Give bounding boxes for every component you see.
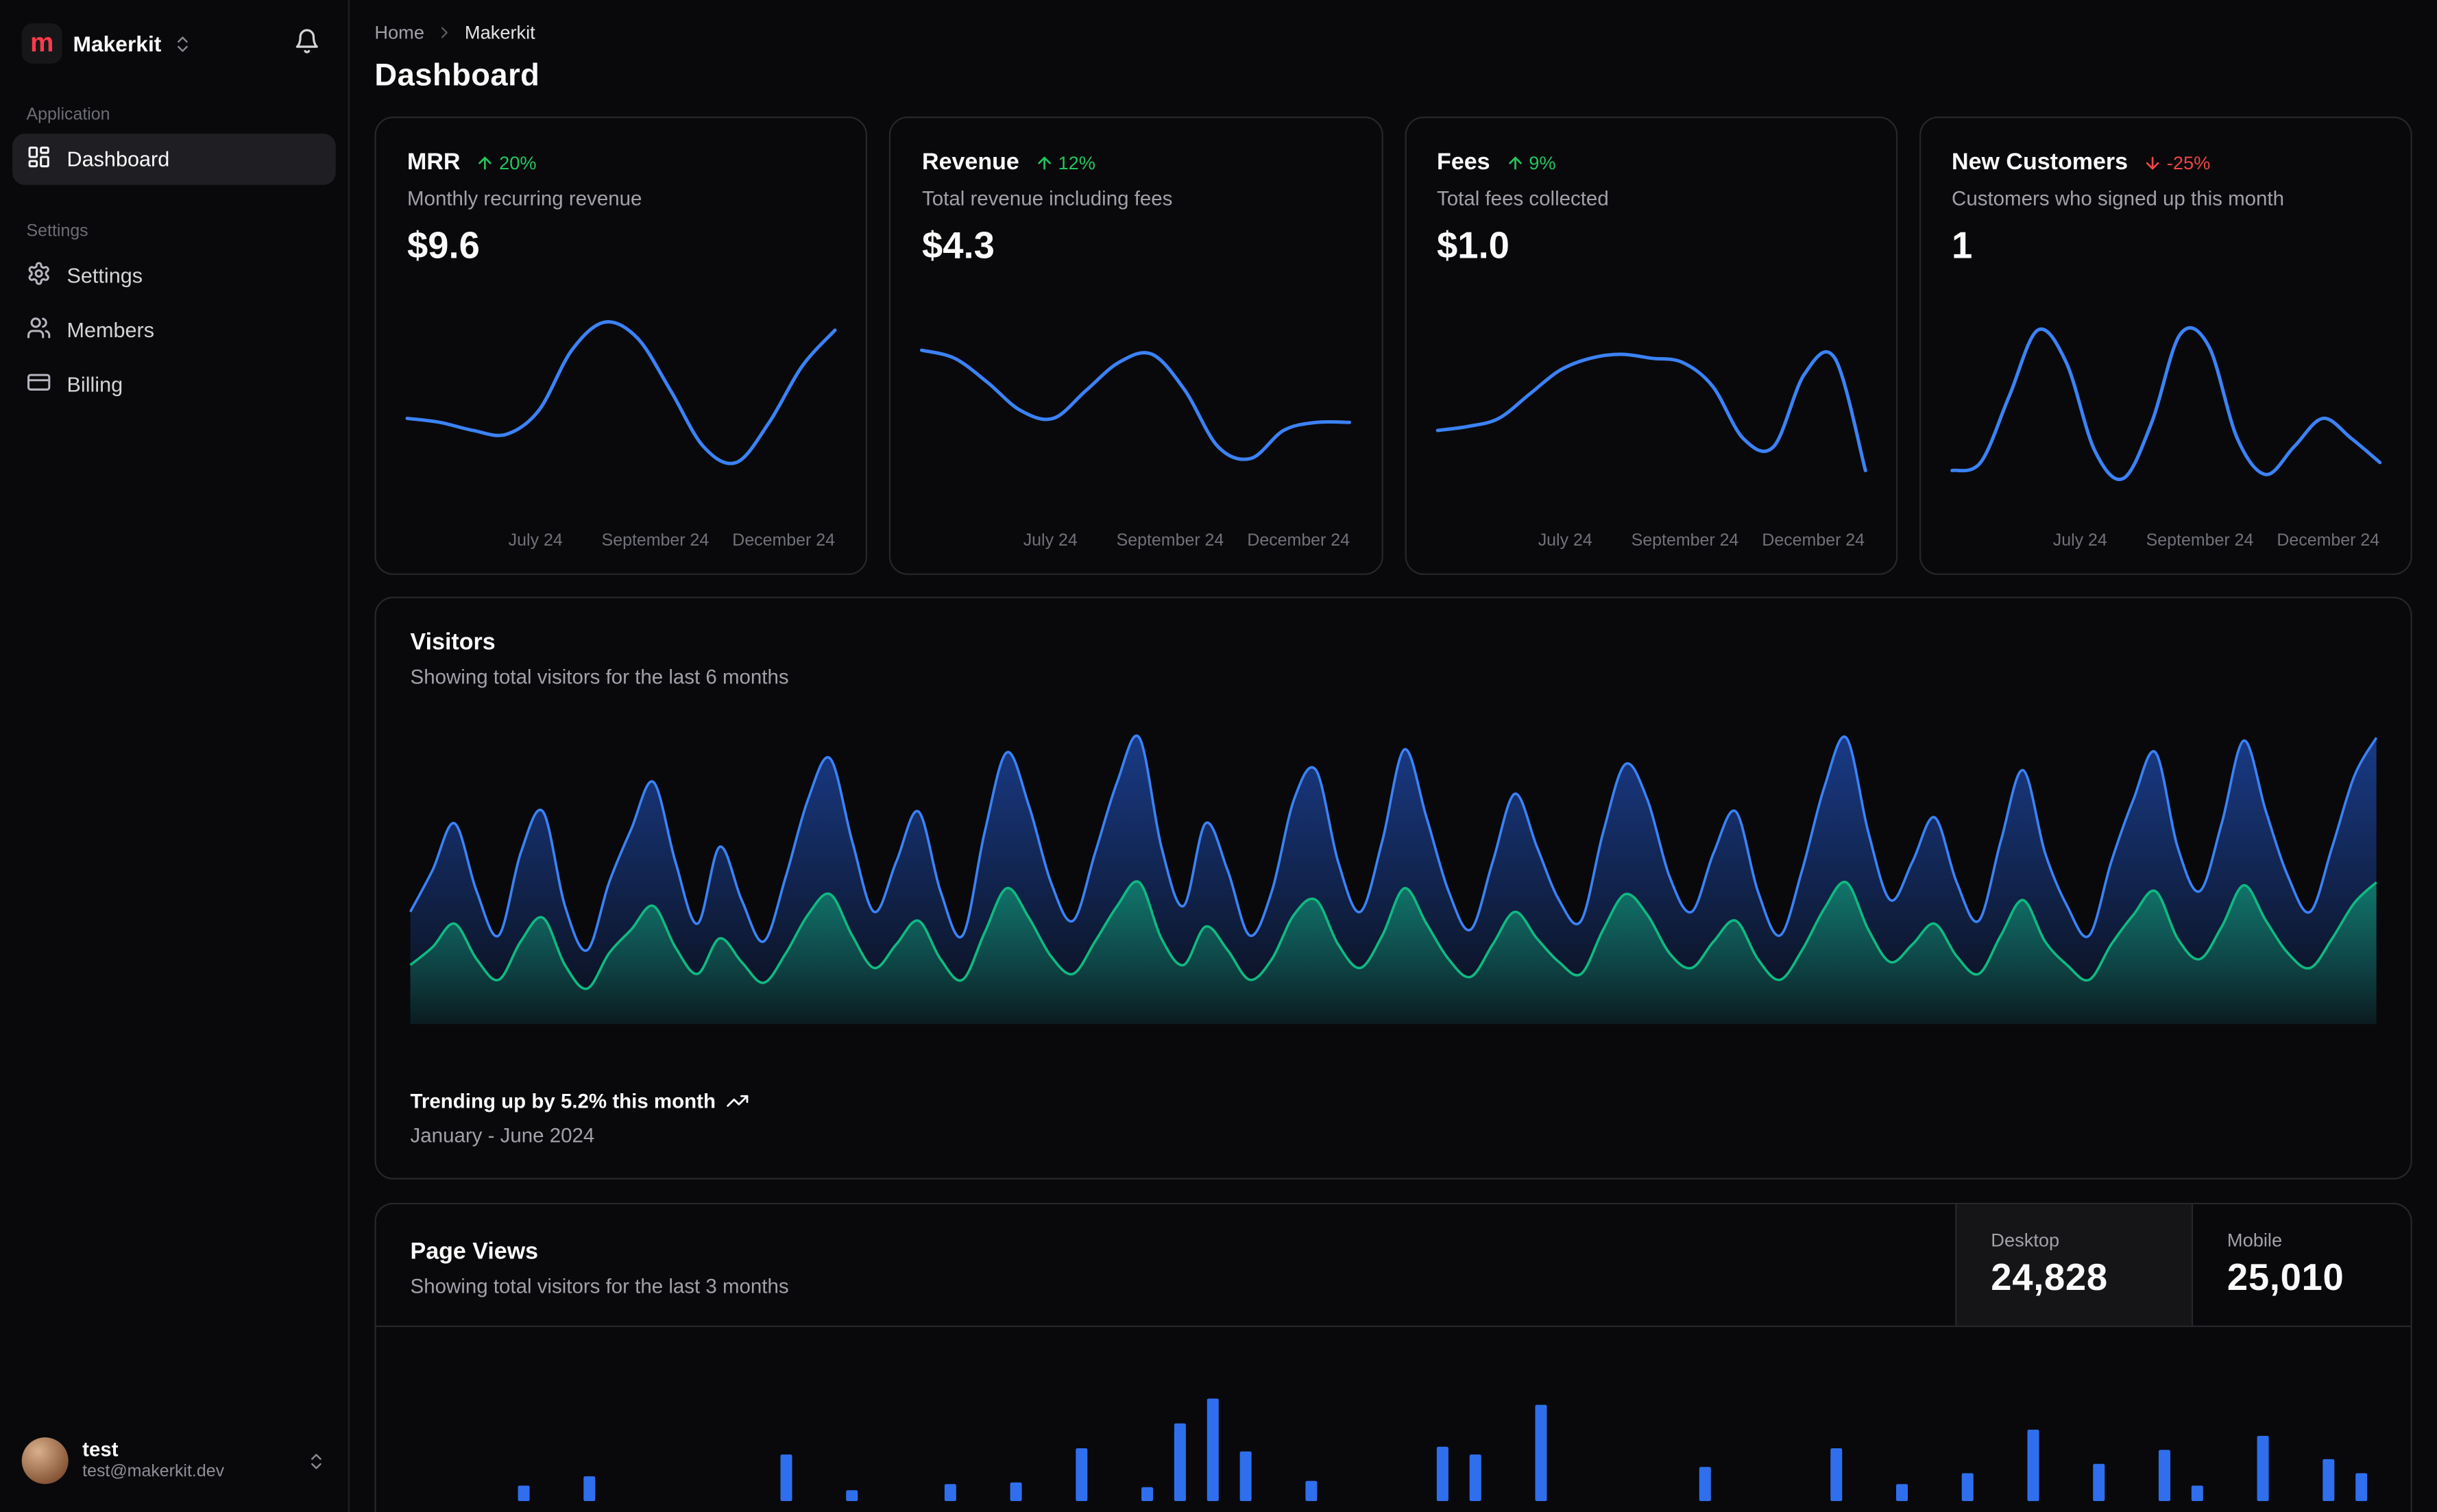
breadcrumb-home[interactable]: Home (374, 22, 424, 44)
chevrons-up-down-icon[interactable] (172, 34, 192, 53)
dashboard-icon (27, 145, 51, 174)
sparkline-chart (1435, 294, 1867, 520)
sidebar: m Makerkit Application Dashboard Setting… (0, 0, 350, 1512)
breadcrumb-makerkit[interactable]: Makerkit (465, 22, 535, 44)
stat-card-revenue: Revenue 12% Total revenue including fees… (889, 117, 1383, 575)
section-label-settings: Settings (26, 222, 88, 241)
visitors-card: Visitors Showing total visitors for the … (374, 596, 2412, 1180)
sidebar-item-members[interactable]: Members (12, 304, 336, 356)
chart-x-axis: July 24 September 24 December 24 (1023, 531, 1350, 550)
visitors-title: Visitors (410, 629, 496, 656)
sidebar-item-settings[interactable]: Settings (12, 250, 336, 302)
sparkline-chart (920, 294, 1352, 520)
trend-badge: 9% (1505, 151, 1556, 173)
chart-x-axis: July 24 September 24 December 24 (1538, 531, 1865, 550)
page-views-bar-chart (376, 1327, 2411, 1502)
trending-up-icon (727, 1095, 749, 1107)
workspace-name[interactable]: Makerkit (73, 31, 162, 56)
visitors-date-range: January - June 2024 (410, 1123, 595, 1147)
stat-value: $9.6 (407, 225, 480, 267)
visitors-trend-text: Trending up by 5.2% this month (410, 1089, 716, 1113)
sidebar-item-billing[interactable]: Billing (12, 359, 336, 411)
page-views-subtitle: Showing total visitors for the last 3 mo… (410, 1274, 789, 1298)
chevrons-up-down-icon (306, 1450, 326, 1470)
sidebar-item-label: Dashboard (66, 147, 170, 171)
stat-value: $4.3 (922, 225, 995, 267)
stat-value: 1 (1952, 225, 1973, 267)
stat-title: Fees (1437, 149, 1490, 176)
sparkline-chart (405, 294, 837, 520)
visitors-subtitle: Showing total visitors for the last 6 mo… (410, 665, 789, 689)
page-views-toggle-desktop[interactable]: Desktop 24,828 (1955, 1204, 2192, 1326)
stat-title: Revenue (922, 149, 1019, 176)
page-title: Dashboard (374, 59, 540, 94)
breadcrumb: Home Makerkit (374, 22, 2412, 44)
makerkit-logo: m (21, 23, 62, 64)
stat-subtitle: Monthly recurring revenue (407, 186, 642, 210)
chart-x-axis: July 24 September 24 December 24 (508, 531, 836, 550)
stat-card-new-customers: New Customers -25% Customers who signed … (1919, 117, 2412, 575)
trend-badge: -25% (2144, 151, 2210, 173)
page-views-toggle-mobile[interactable]: Mobile 25,010 (2191, 1204, 2411, 1326)
users-icon (27, 315, 51, 345)
sidebar-item-dashboard[interactable]: Dashboard (12, 133, 336, 185)
page-views-title: Page Views (410, 1238, 539, 1265)
arrow-down-icon (2146, 156, 2159, 169)
stat-title: MRR (407, 149, 461, 176)
page-views-header: Page Views Showing total visitors for th… (376, 1204, 2411, 1328)
user-name: test (82, 1437, 119, 1461)
chevron-right-icon (435, 23, 454, 42)
gear-icon (27, 261, 51, 291)
user-menu[interactable]: test test@makerkit.dev (12, 1431, 336, 1490)
stat-card-mrr: MRR 20% Monthly recurring revenue $9.6 J… (374, 117, 868, 575)
stat-card-fees: Fees 9% Total fees collected $1.0 July 2… (1404, 117, 1898, 575)
stat-title: New Customers (1952, 149, 2129, 176)
stat-card-row: MRR 20% Monthly recurring revenue $9.6 J… (374, 117, 2412, 575)
sidebar-item-label: Members (66, 318, 155, 342)
section-label-application: Application (26, 106, 110, 125)
user-email: test@makerkit.dev (82, 1463, 225, 1482)
credit-card-icon (27, 370, 51, 400)
sidebar-item-label: Billing (66, 373, 123, 397)
arrow-up-icon (1037, 156, 1051, 169)
logo-letter: m (30, 27, 54, 58)
notifications-button[interactable] (287, 22, 326, 65)
stat-subtitle: Total fees collected (1437, 186, 1609, 210)
sidebar-item-label: Settings (66, 264, 143, 288)
sparkline-chart (1950, 294, 2381, 520)
trend-badge: 12% (1034, 151, 1095, 173)
stat-subtitle: Total revenue including fees (922, 186, 1173, 210)
visitors-area-chart (409, 726, 2378, 1025)
user-avatar (21, 1437, 69, 1485)
arrow-up-icon (1508, 156, 1522, 169)
trend-badge: 20% (476, 151, 537, 173)
arrow-up-icon (478, 156, 492, 169)
stat-value: $1.0 (1437, 225, 1510, 267)
chart-x-axis: July 24 September 24 December 24 (2052, 531, 2380, 550)
visitors-footer: Trending up by 5.2% this month January -… (411, 1089, 2377, 1147)
stat-subtitle: Customers who signed up this month (1952, 186, 2284, 210)
sidebar-header: m Makerkit (12, 19, 336, 69)
page-views-card: Page Views Showing total visitors for th… (374, 1202, 2412, 1512)
bell-icon (294, 28, 321, 59)
app-root: m Makerkit Application Dashboard Setting… (0, 0, 2437, 1512)
main-content: Home Makerkit Dashboard MRR 20% Monthly … (350, 0, 2437, 1512)
